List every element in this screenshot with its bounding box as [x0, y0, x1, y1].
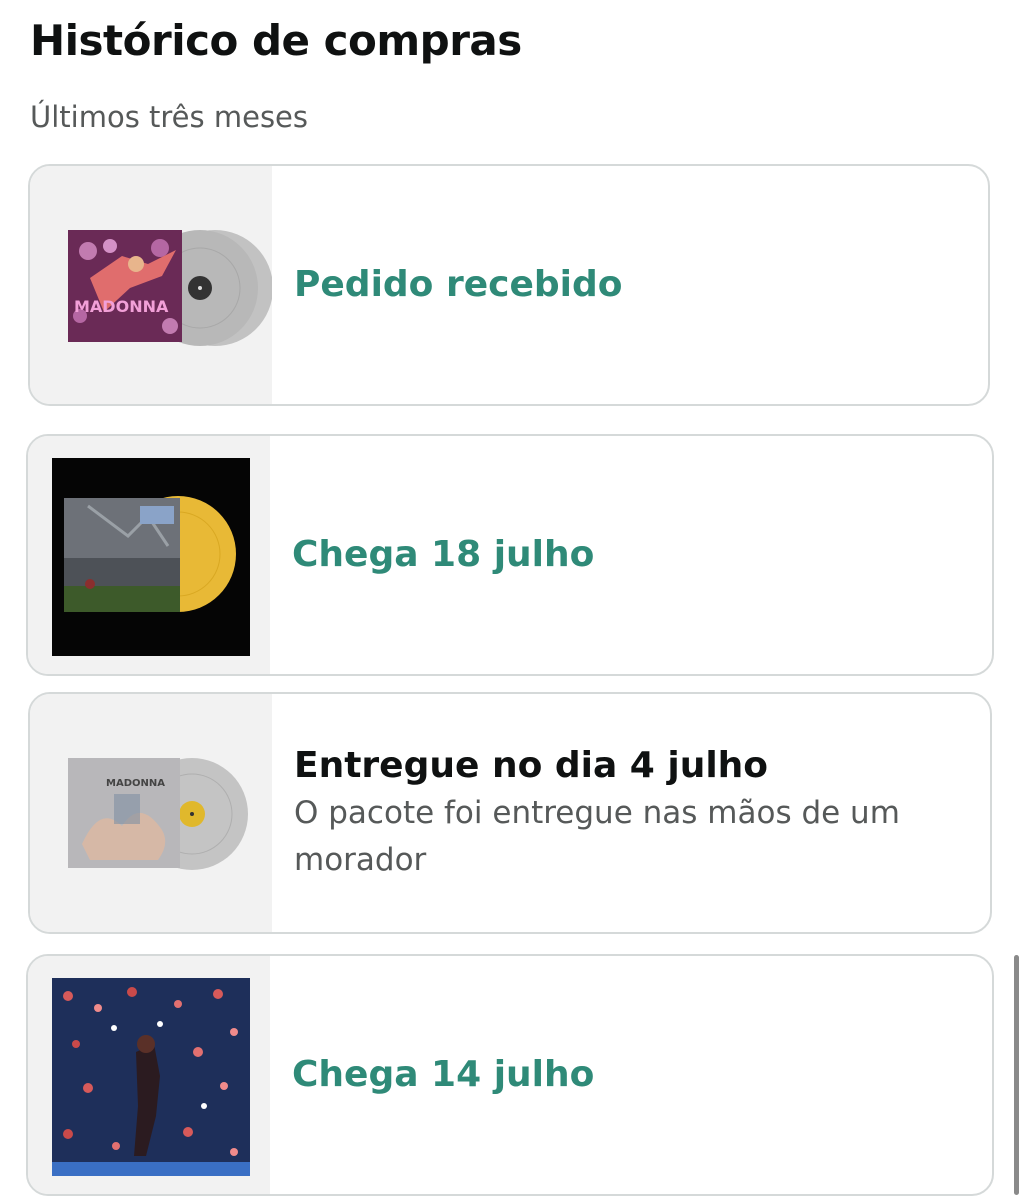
product-thumbnail — [28, 436, 270, 674]
order-status: Chega 18 julho — [292, 534, 595, 575]
order-status: Pedido recebido — [294, 264, 623, 305]
album-title-text: MADONNA — [106, 778, 165, 789]
page-subtitle: Últimos três meses — [30, 100, 309, 134]
vinyl-record-album-cover-icon: MADONNA — [68, 758, 248, 870]
product-thumbnail: MADONNA — [30, 694, 272, 932]
order-card[interactable]: Chega 18 julho — [26, 434, 994, 676]
purchase-history-page: Histórico de compras Últimos três meses … — [0, 0, 1021, 1200]
vinyl-record-album-cover-icon: MADONNA — [68, 230, 272, 346]
order-status: Chega 14 julho — [292, 1054, 595, 1095]
order-card[interactable]: MADONNA Entregue no dia 4 julho O pacote… — [28, 692, 992, 934]
vinyl-record-album-cover-icon — [52, 458, 250, 656]
product-thumbnail: MADONNA — [30, 166, 272, 404]
product-thumbnail — [28, 956, 270, 1194]
order-card[interactable]: MADONNA Pedido recebido — [28, 164, 990, 406]
page-title: Histórico de compras — [30, 16, 522, 65]
scrollbar[interactable] — [1014, 955, 1019, 1195]
album-title-text: MADONNA — [74, 297, 169, 316]
delivery-detail: O pacote foi entregue nas mãos de um mor… — [294, 795, 900, 878]
order-card[interactable]: Chega 14 julho — [26, 954, 994, 1196]
album-cover-icon — [52, 978, 250, 1176]
order-status: Entregue no dia 4 julho — [294, 745, 769, 786]
